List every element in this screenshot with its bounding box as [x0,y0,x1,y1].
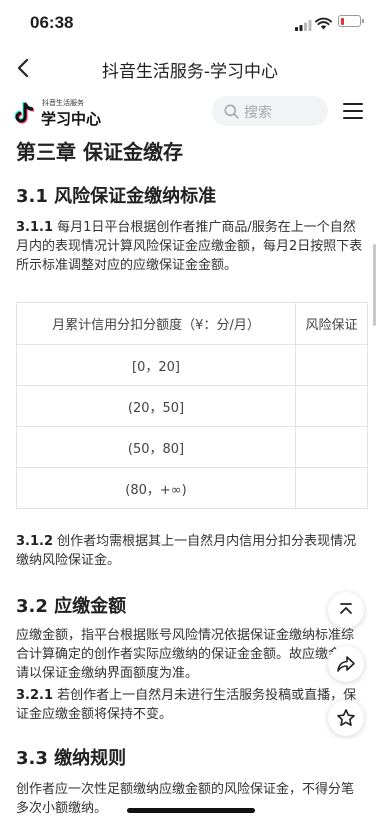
chapter-title: 第三章 保证金缴存 [16,140,183,164]
table-cell [295,344,368,386]
scroll-top-button[interactable] [328,592,364,628]
paragraph-3-2-1-number: 3.2.1 [16,688,54,703]
paragraph-3-1-2-text: 创作者均需根据其上一自然月内信用分扣分表现情况缴纳风险保证金。 [16,534,357,568]
douyin-logo-icon [14,100,38,130]
table-cell: (50，80] [16,426,296,468]
paragraph-3-2-1: 3.2.1 若创作者上一自然月未进行生活服务投稿或直播，保证金应缴金额将保持不变… [16,686,366,724]
table-cell: [0，20] [16,344,296,386]
paragraph-3-2-1-text: 若创作者上一自然月未进行生活服务投稿或直播，保证金应缴金额将保持不变。 [16,688,357,722]
table-header-cell: 月累计信用分扣分额度（¥：分/月） [16,302,296,345]
nav-bar: 抖音生活服务-学习中心 [0,44,380,92]
scroll-top-icon [340,603,352,614]
paragraph-3-1-1-text: 每月1日平台根据创作者推广商品/服务在上一个自然月内的表现情况计算风险保证金应缴… [16,220,363,273]
table-cell [295,467,368,509]
status-bar: 06:38 [0,0,380,44]
table-cell [295,426,368,468]
table-header-row: 月累计信用分扣分额度（¥：分/月） 风险保证 [16,302,368,345]
menu-icon[interactable] [343,103,363,119]
status-time: 06:38 [30,13,74,32]
star-icon [337,709,355,726]
table-row: (80，+∞) [16,467,368,509]
table-row: (50，80] [16,426,368,468]
scrollbar[interactable] [373,244,376,326]
table-cell [295,385,368,427]
nav-title: 抖音生活服务-学习中心 [101,62,279,82]
article-content: 第三章 保证金缴存 3.1 风险保证金缴纳标准 3.1.1 每月1日平台根据创作… [0,132,380,822]
cellular-signal-icon [295,16,312,35]
paragraph-3-1-1-number: 3.1.1 [16,220,54,235]
logo-title: 学习中心 [41,110,102,128]
search-input[interactable]: 搜索 [212,96,328,126]
paragraph-3-1-1: 3.1.1 每月1日平台根据创作者推广商品/服务在上一个自然月内的表现情况计算风… [16,218,366,275]
section-3-3-title: 3.3 缴纳规则 [16,748,127,769]
paragraph-3-1-2-number: 3.1.2 [16,534,54,549]
share-button[interactable] [328,646,364,682]
home-indicator[interactable] [127,808,255,813]
search-icon [224,104,239,119]
logo-subtitle: 抖音生活服务 [42,99,84,107]
search-placeholder: 搜索 [244,105,272,121]
wifi-icon [315,15,332,34]
section-3-1-title: 3.1 风险保证金缴纳标准 [16,186,217,207]
table-cell: (80，+∞) [16,467,296,509]
paragraph-3-2: 应缴金额，指平台根据账号风险情况依据保证金缴纳标准综合计算确定的创作者实际应缴纳… [16,628,355,681]
table-row: (20，50] [16,385,368,427]
table-header-cell: 风险保证 [295,302,368,345]
table-cell: (20，50] [16,385,296,427]
section-3-2-title: 3.2 应缴金额 [16,596,127,617]
paragraph-3-1-2: 3.1.2 创作者均需根据其上一自然月内信用分扣分表现情况缴纳风险保证金。 [16,532,366,570]
table-row: [0，20] [16,344,368,386]
share-icon [337,656,355,672]
battery-icon [338,15,364,27]
deposit-standard-table: 月累计信用分扣分额度（¥：分/月） 风险保证 [0，20] (20，50] (5… [16,302,368,509]
site-header: 抖音生活服务 学习中心 搜索 [0,92,380,132]
favorite-button[interactable] [328,700,364,736]
site-logo[interactable]: 抖音生活服务 学习中心 [14,98,104,128]
